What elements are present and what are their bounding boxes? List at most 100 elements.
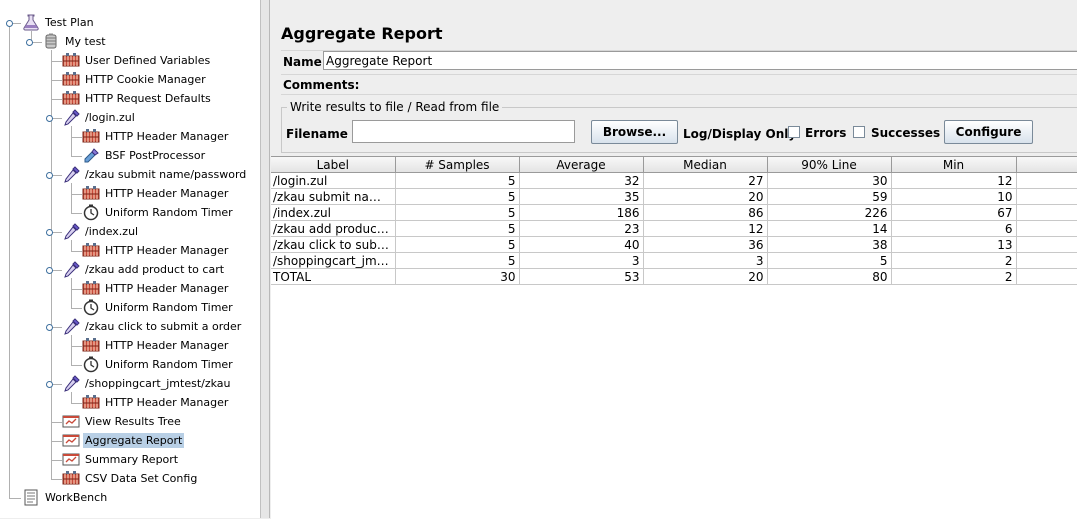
- tree-node[interactable]: BSF PostProcessor: [82, 146, 207, 165]
- tree-node[interactable]: /zkau submit name/password: [62, 165, 248, 184]
- value-cell: 30: [395, 268, 520, 285]
- expand-toggle-icon[interactable]: [46, 115, 53, 122]
- table-row[interactable]: /zkau submit name... 5 35 20 59 10: [271, 188, 1077, 205]
- tree-node-label: HTTP Request Defaults: [85, 92, 211, 105]
- tree-node[interactable]: View Results Tree: [62, 412, 183, 431]
- results-table-container[interactable]: Label# SamplesAverageMedian90% LineMinM …: [271, 156, 1077, 519]
- flask-icon: [22, 14, 40, 31]
- column-header[interactable]: 90% Line: [767, 157, 892, 173]
- value-cell: 20: [643, 188, 768, 205]
- value-cell: 5: [395, 172, 520, 189]
- split-pane-divider[interactable]: [261, 0, 270, 518]
- tree-node[interactable]: /index.zul: [62, 222, 140, 241]
- tree-node[interactable]: CSV Data Set Config: [62, 469, 199, 488]
- tree-node-label: /zkau click to submit a order: [85, 320, 242, 333]
- table-row[interactable]: /shoppingcart_jmte... 5 3 3 5 2: [271, 252, 1077, 269]
- config-element-icon: [62, 71, 80, 88]
- tree-node-label: /zkau add product to cart: [85, 263, 225, 276]
- expand-toggle-icon[interactable]: [26, 39, 33, 46]
- column-header[interactable]: # Samples: [395, 157, 520, 173]
- tree-node-label: View Results Tree: [85, 415, 181, 428]
- tree-node-label: HTTP Header Manager: [105, 282, 229, 295]
- divider-line: [281, 94, 1077, 95]
- tree-node[interactable]: Uniform Random Timer: [82, 298, 235, 317]
- tree-node[interactable]: HTTP Cookie Manager: [62, 70, 208, 89]
- tree-node[interactable]: HTTP Header Manager: [82, 393, 230, 412]
- table-row[interactable]: /zkau click to submit... 5 40 36 38 13: [271, 236, 1077, 253]
- tree-node[interactable]: /zkau add product to cart: [62, 260, 226, 279]
- table-row[interactable]: /zkau add product t... 5 23 12 14 6: [271, 220, 1077, 237]
- page-title: Aggregate Report: [281, 24, 443, 43]
- column-header[interactable]: Average: [519, 157, 644, 173]
- config-element-icon: [82, 185, 100, 202]
- browse-button[interactable]: Browse...: [591, 120, 678, 144]
- tree-node[interactable]: HTTP Request Defaults: [62, 89, 213, 108]
- tree-node[interactable]: HTTP Header Manager: [82, 336, 230, 355]
- label-cell: TOTAL: [271, 268, 396, 285]
- column-header[interactable]: M: [1016, 157, 1077, 173]
- filename-input[interactable]: [352, 120, 575, 143]
- tree-node[interactable]: Uniform Random Timer: [82, 355, 235, 374]
- table-row[interactable]: /login.zul 5 32 27 30 12: [271, 172, 1077, 189]
- value-cell: 3: [643, 252, 768, 269]
- expand-toggle-icon[interactable]: [46, 229, 53, 236]
- tree-node-label: HTTP Header Manager: [105, 187, 229, 200]
- successes-label[interactable]: Successes: [871, 126, 940, 140]
- tree-guide-line: [71, 278, 72, 308]
- expand-toggle-icon[interactable]: [46, 172, 53, 179]
- tree-guide-line: [51, 50, 52, 479]
- expand-toggle-icon[interactable]: [46, 267, 53, 274]
- value-cell: 5: [395, 236, 520, 253]
- expand-toggle-icon[interactable]: [46, 381, 53, 388]
- value-cell: 13: [891, 236, 1017, 253]
- tree-node-label: WorkBench: [45, 491, 108, 504]
- tree-node[interactable]: My test: [42, 32, 108, 51]
- tree-node[interactable]: HTTP Header Manager: [82, 241, 230, 260]
- label-cell: /zkau add product t...: [271, 220, 396, 237]
- errors-label[interactable]: Errors: [805, 126, 846, 140]
- sampler-pipette-icon: [62, 375, 80, 392]
- tree-node[interactable]: User Defined Variables: [62, 51, 212, 70]
- tree-guide-line: [71, 403, 82, 404]
- tree-node[interactable]: /login.zul: [62, 108, 137, 127]
- errors-checkbox[interactable]: [788, 126, 800, 138]
- expand-toggle-icon[interactable]: [46, 324, 53, 331]
- tree-guide-line: [71, 251, 82, 252]
- tree-node[interactable]: Uniform Random Timer: [82, 203, 235, 222]
- config-element-icon: [62, 470, 80, 487]
- config-element-icon: [82, 242, 100, 259]
- tree-node-label: Summary Report: [85, 453, 179, 466]
- successes-checkbox[interactable]: [853, 126, 865, 138]
- value-cell: 38: [767, 236, 892, 253]
- test-plan-tree[interactable]: Test Plan My test User Defined Variables HT…: [0, 0, 261, 518]
- results-table: Label# SamplesAverageMedian90% LineMinM …: [271, 157, 1077, 285]
- value-cell: 30: [767, 172, 892, 189]
- expand-toggle-icon[interactable]: [6, 20, 13, 27]
- tree-node[interactable]: HTTP Header Manager: [82, 279, 230, 298]
- tree-node-label: HTTP Header Manager: [105, 244, 229, 257]
- tree-node[interactable]: Test Plan: [22, 13, 96, 32]
- tree-node[interactable]: /shoppingcart_jmtest/zkau: [62, 374, 233, 393]
- tree-guide-line: [9, 498, 21, 499]
- tree-node[interactable]: Aggregate Report: [62, 431, 185, 450]
- total-row[interactable]: TOTAL 30 53 20 80 2: [271, 268, 1077, 285]
- tree-node-label: /zkau submit name/password: [85, 168, 247, 181]
- column-header[interactable]: Min: [891, 157, 1017, 173]
- tree-node[interactable]: WorkBench: [22, 488, 109, 507]
- tree-node[interactable]: HTTP Header Manager: [82, 127, 230, 146]
- column-header[interactable]: Label: [271, 157, 396, 173]
- value-cell: [1016, 188, 1077, 205]
- tree-guide-line: [71, 365, 82, 366]
- value-cell: 186: [519, 204, 644, 221]
- name-input[interactable]: [323, 51, 1077, 70]
- table-header-row: Label# SamplesAverageMedian90% LineMinM: [271, 157, 1077, 173]
- tree-node[interactable]: /zkau click to submit a order: [62, 317, 243, 336]
- tree-node[interactable]: HTTP Header Manager: [82, 184, 230, 203]
- tree-guide-line: [51, 441, 62, 442]
- table-row[interactable]: /index.zul 5 186 86 226 67: [271, 204, 1077, 221]
- value-cell: 14: [767, 220, 892, 237]
- configure-button[interactable]: Configure: [944, 120, 1033, 144]
- tree-node-label: BSF PostProcessor: [105, 149, 206, 162]
- tree-node[interactable]: Summary Report: [62, 450, 180, 469]
- column-header[interactable]: Median: [643, 157, 768, 173]
